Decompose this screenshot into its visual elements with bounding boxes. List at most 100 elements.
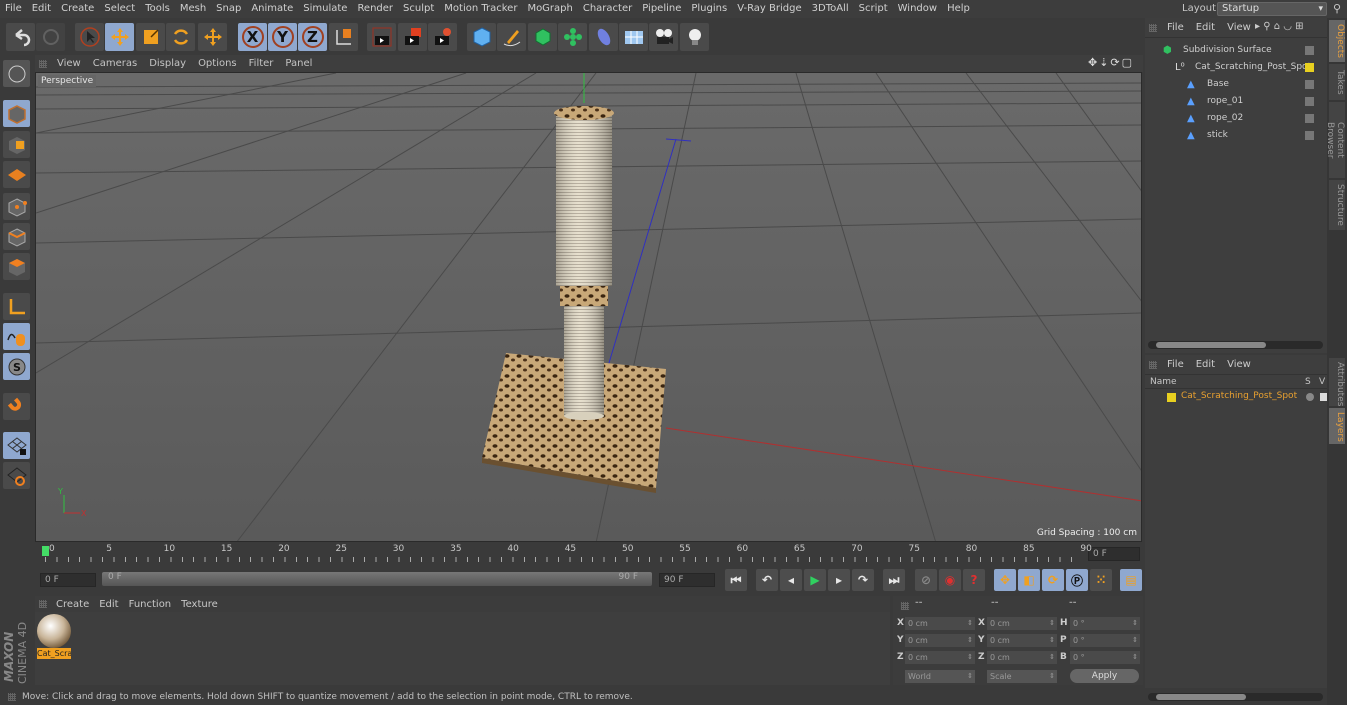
tab-structure[interactable]: Structure: [1329, 180, 1345, 230]
size-field[interactable]: 0 cm: [987, 617, 1057, 630]
x-axis-lock-icon[interactable]: X: [238, 23, 267, 51]
viewport-nav-icons[interactable]: ✥⇣⟳▢: [1088, 56, 1134, 69]
light-icon[interactable]: [680, 23, 709, 51]
menu-render[interactable]: Render: [352, 0, 398, 18]
layer-menu-view[interactable]: View: [1221, 359, 1257, 370]
apply-button[interactable]: Apply: [1070, 669, 1139, 683]
viewport-menu-panel[interactable]: Panel: [279, 58, 318, 69]
material-menu-create[interactable]: Create: [51, 599, 94, 610]
menu-character[interactable]: Character: [578, 0, 637, 18]
object-row[interactable]: ▲ rope_01: [1145, 93, 1327, 110]
visibility-tag[interactable]: [1305, 114, 1314, 123]
tab-layers[interactable]: Layers: [1329, 408, 1345, 444]
redo-icon[interactable]: [36, 23, 65, 51]
y-axis-lock-icon[interactable]: Y: [268, 23, 297, 51]
viewport-menu-filter[interactable]: Filter: [243, 58, 280, 69]
render-settings-icon[interactable]: [428, 23, 457, 51]
move-icon[interactable]: [105, 23, 134, 51]
material-swatch[interactable]: Cat_Scra: [37, 614, 71, 664]
play-button[interactable]: ▶: [804, 569, 826, 591]
size-field[interactable]: 0 cm: [987, 634, 1057, 647]
solo-mode-icon[interactable]: S: [3, 353, 30, 380]
timeline-ruler[interactable]: 0 F 0 5 10 15 20 25 30 35 40 45 50 55 60 65 70 75 80 85 90: [35, 543, 1143, 563]
menu-mograph[interactable]: MoGraph: [522, 0, 577, 18]
live-selection-icon[interactable]: [75, 23, 104, 51]
3d-viewport[interactable]: Y X Perspective Grid Spacing : 100 cm: [35, 72, 1142, 542]
model-mode-icon[interactable]: [3, 100, 30, 127]
key-scale-button[interactable]: ◧: [1018, 569, 1040, 591]
tab-objects[interactable]: Objects: [1329, 20, 1345, 62]
key-parameter-button[interactable]: Ⓟ: [1066, 569, 1088, 591]
previous-frame-button[interactable]: ◂: [780, 569, 802, 591]
layer-menu-file[interactable]: File: [1161, 359, 1190, 370]
coordinate-mode-dropdown[interactable]: Scale: [987, 670, 1057, 683]
undo-icon[interactable]: [6, 23, 35, 51]
rotation-field[interactable]: 0 °: [1070, 617, 1140, 630]
axis-mode-icon[interactable]: [3, 293, 30, 320]
deformer-icon[interactable]: [589, 23, 618, 51]
end-frame-field[interactable]: 90 F: [659, 573, 715, 587]
menu-plugins[interactable]: Plugins: [686, 0, 732, 18]
coordinate-system-icon[interactable]: [329, 23, 358, 51]
layer-menu-edit[interactable]: Edit: [1190, 359, 1221, 370]
menu-file[interactable]: File: [0, 0, 27, 18]
viewport-menu-display[interactable]: Display: [143, 58, 192, 69]
menu-mesh[interactable]: Mesh: [175, 0, 211, 18]
rotation-field[interactable]: 0 °: [1070, 651, 1140, 664]
timeline-window-button[interactable]: ▤: [1120, 569, 1142, 591]
viewport-menu-cameras[interactable]: Cameras: [87, 58, 143, 69]
points-mode-icon[interactable]: [3, 193, 30, 220]
scrollbar-thumb[interactable]: [1156, 342, 1266, 348]
camera-label[interactable]: Perspective: [38, 75, 97, 87]
cube-primitive-icon[interactable]: [467, 23, 496, 51]
visibility-tag[interactable]: [1305, 131, 1314, 140]
menu-motion-tracker[interactable]: Motion Tracker: [439, 0, 522, 18]
start-frame-field[interactable]: 0 F: [40, 573, 96, 587]
visibility-tag[interactable]: [1305, 46, 1314, 55]
autokeying-button[interactable]: ◉: [939, 569, 961, 591]
tab-content-browser[interactable]: Content Browser: [1325, 102, 1345, 178]
keyframe-selection-button[interactable]: ?: [963, 569, 985, 591]
scale-icon[interactable]: [136, 23, 165, 51]
menu-3dtoall[interactable]: 3DToAll: [807, 0, 854, 18]
object-row[interactable]: ▲ stick: [1145, 127, 1327, 144]
om-toolbar-icons[interactable]: ▸ ⚲ ⌂ ◡ ⊞: [1255, 21, 1304, 32]
key-position-button[interactable]: ✥: [994, 569, 1016, 591]
make-editable-icon[interactable]: [3, 60, 30, 87]
menu-help[interactable]: Help: [942, 0, 975, 18]
object-row[interactable]: ⬢ Subdivision Surface: [1145, 42, 1327, 59]
menu-pipeline[interactable]: Pipeline: [637, 0, 686, 18]
rotation-field[interactable]: 0 °: [1070, 634, 1140, 647]
pen-spline-icon[interactable]: [497, 23, 526, 51]
position-field[interactable]: 0 cm: [905, 651, 975, 664]
menu-v-ray-bridge[interactable]: V-Ray Bridge: [732, 0, 806, 18]
subdivision-surface-icon[interactable]: [528, 23, 557, 51]
go-to-end-button[interactable]: ⏭: [883, 569, 905, 591]
layer-color-tag[interactable]: [1305, 63, 1314, 72]
menu-window[interactable]: Window: [893, 0, 942, 18]
layer-name[interactable]: Cat_Scratching_Post_Spot: [1181, 391, 1297, 401]
key-point-level-button[interactable]: ⁙: [1090, 569, 1112, 591]
render-view-icon[interactable]: [367, 23, 396, 51]
previous-key-button[interactable]: ↶: [756, 569, 778, 591]
floor-environment-icon[interactable]: [619, 23, 648, 51]
menu-sculpt[interactable]: Sculpt: [398, 0, 439, 18]
object-name[interactable]: Cat_Scratching_Post_Spot: [1195, 59, 1311, 76]
position-field[interactable]: 0 cm: [905, 634, 975, 647]
visibility-tag[interactable]: [1305, 97, 1314, 106]
object-manager-scrollbar[interactable]: [1148, 341, 1323, 349]
material-menu-texture[interactable]: Texture: [176, 599, 223, 610]
edges-mode-icon[interactable]: [3, 223, 30, 250]
workplane-mode-icon[interactable]: [3, 161, 30, 188]
viewport-menu-view[interactable]: View: [51, 58, 87, 69]
menu-edit[interactable]: Edit: [27, 0, 56, 18]
go-to-start-button[interactable]: ⏮: [725, 569, 747, 591]
material-menu-edit[interactable]: Edit: [94, 599, 123, 610]
layer-solo-toggle[interactable]: [1306, 393, 1314, 401]
layer-visible-toggle[interactable]: [1320, 393, 1327, 401]
menu-snap[interactable]: Snap: [211, 0, 246, 18]
material-menu-function[interactable]: Function: [124, 599, 177, 610]
layer-color-swatch[interactable]: [1167, 393, 1176, 402]
menu-animate[interactable]: Animate: [246, 0, 298, 18]
object-name[interactable]: Base: [1207, 76, 1229, 93]
